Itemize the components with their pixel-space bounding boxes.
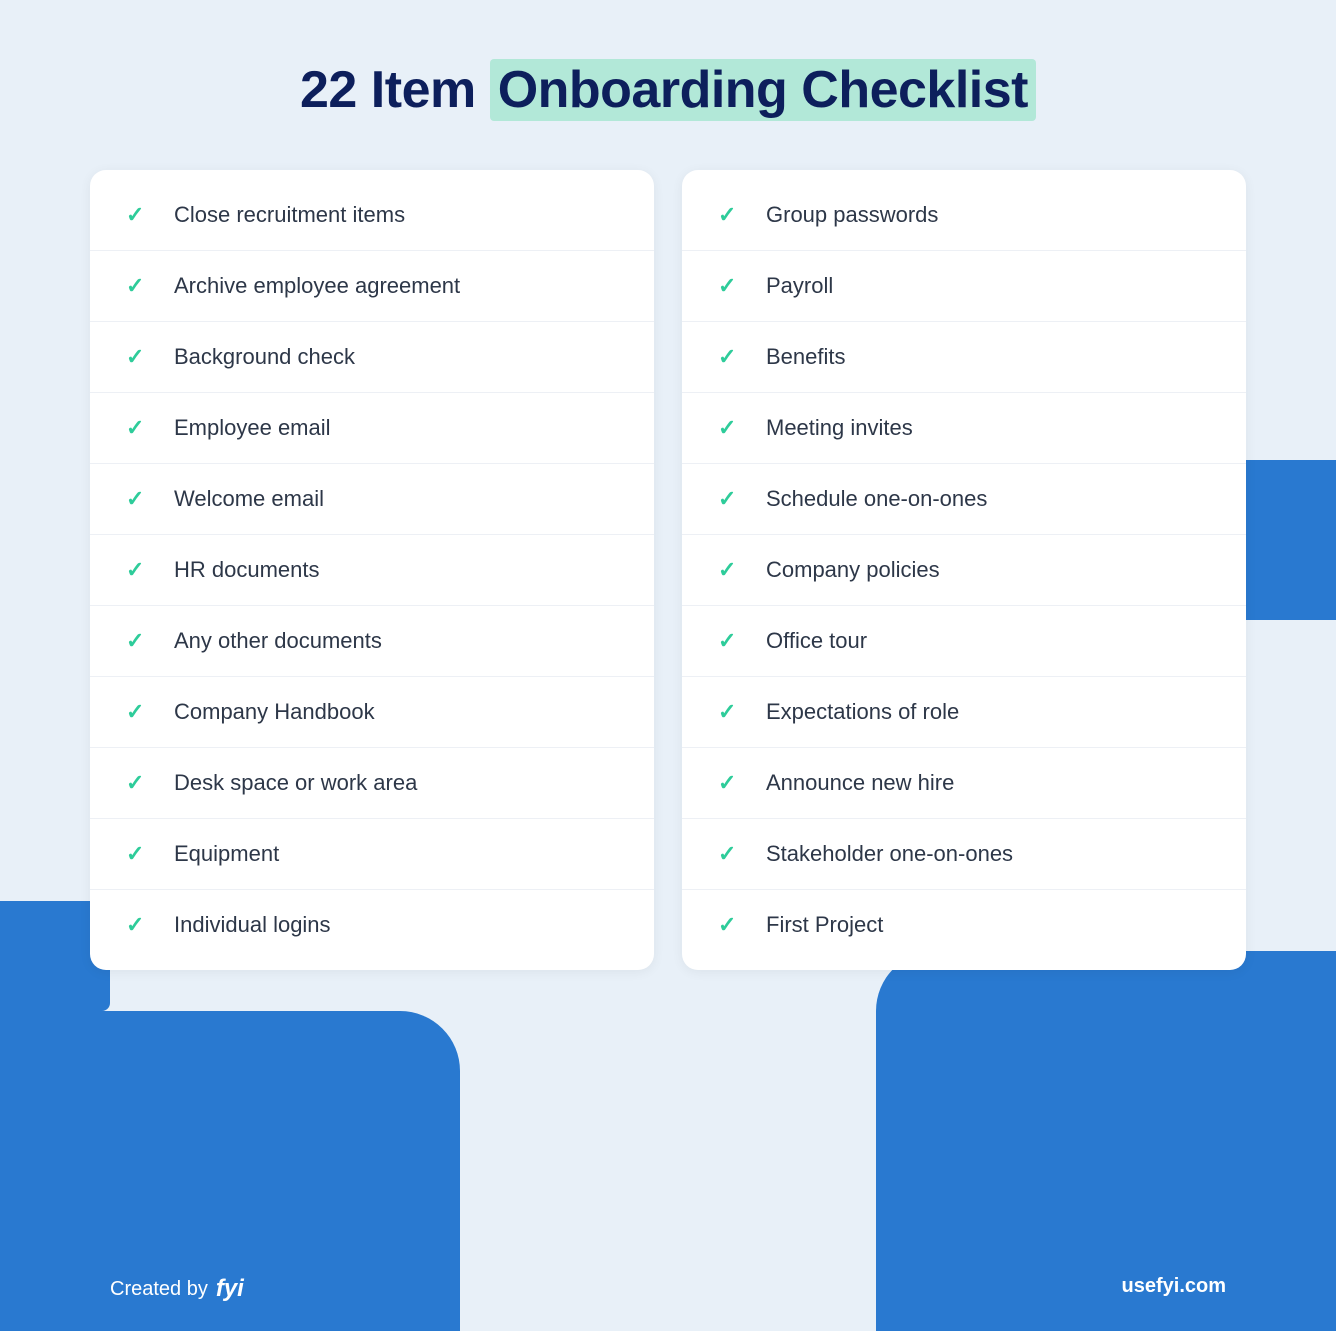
check-icon: ✓ <box>126 770 154 796</box>
check-icon: ✓ <box>718 770 746 796</box>
page-content: 22 Item Onboarding Checklist ✓ Close recr… <box>0 0 1336 970</box>
title-highlight: Onboarding Checklist <box>490 59 1036 121</box>
item-label: Desk space or work area <box>174 770 417 796</box>
item-label: Any other documents <box>174 628 382 654</box>
footer-created-label: Created by <box>110 1278 208 1301</box>
check-icon: ✓ <box>126 273 154 299</box>
list-item: ✓ HR documents <box>90 535 654 606</box>
footer-left: Created by fyi <box>110 1275 244 1303</box>
item-label: Expectations of role <box>766 699 959 725</box>
check-icon: ✓ <box>718 344 746 370</box>
list-item: ✓ Schedule one-on-ones <box>682 464 1246 535</box>
check-icon: ✓ <box>718 628 746 654</box>
list-item: ✓ Background check <box>90 322 654 393</box>
footer: Created by fyi usefyi.com <box>0 1275 1336 1303</box>
item-label: Welcome email <box>174 486 324 512</box>
item-label: Close recruitment items <box>174 202 405 228</box>
title-container: 22 Item Onboarding Checklist <box>300 60 1036 120</box>
check-icon: ✓ <box>126 344 154 370</box>
item-label: Office tour <box>766 628 867 654</box>
check-icon: ✓ <box>126 628 154 654</box>
item-label: Company policies <box>766 557 940 583</box>
right-card: ✓ Group passwords ✓ Payroll ✓ Benefits ✓ Meetin… <box>682 170 1246 970</box>
check-icon: ✓ <box>718 202 746 228</box>
check-icon: ✓ <box>718 486 746 512</box>
check-icon: ✓ <box>126 912 154 938</box>
page-title: 22 Item Onboarding Checklist <box>300 60 1036 120</box>
list-item: ✓ Welcome email <box>90 464 654 535</box>
list-item: ✓ Close recruitment items <box>90 180 654 251</box>
check-icon: ✓ <box>126 486 154 512</box>
check-icon: ✓ <box>126 202 154 228</box>
check-icon: ✓ <box>718 557 746 583</box>
item-label: Group passwords <box>766 202 938 228</box>
list-item: ✓ Announce new hire <box>682 748 1246 819</box>
item-label: First Project <box>766 912 883 938</box>
list-item: ✓ Employee email <box>90 393 654 464</box>
item-label: HR documents <box>174 557 320 583</box>
item-label: Equipment <box>174 841 279 867</box>
list-item: ✓ Company policies <box>682 535 1246 606</box>
check-icon: ✓ <box>718 912 746 938</box>
check-icon: ✓ <box>718 699 746 725</box>
list-item: ✓ Stakeholder one-on-ones <box>682 819 1246 890</box>
list-item: ✓ Expectations of role <box>682 677 1246 748</box>
list-item: ✓ Company Handbook <box>90 677 654 748</box>
list-item: ✓ Desk space or work area <box>90 748 654 819</box>
check-icon: ✓ <box>126 699 154 725</box>
item-label: Benefits <box>766 344 846 370</box>
item-label: Archive employee agreement <box>174 273 460 299</box>
item-label: Schedule one-on-ones <box>766 486 987 512</box>
footer-website: usefyi.com <box>1122 1275 1226 1303</box>
check-icon: ✓ <box>718 415 746 441</box>
item-label: Company Handbook <box>174 699 375 725</box>
item-label: Meeting invites <box>766 415 913 441</box>
item-label: Employee email <box>174 415 331 441</box>
check-icon: ✓ <box>126 415 154 441</box>
item-label: Background check <box>174 344 355 370</box>
check-icon: ✓ <box>718 273 746 299</box>
list-item: ✓ Meeting invites <box>682 393 1246 464</box>
left-card: ✓ Close recruitment items ✓ Archive employe… <box>90 170 654 970</box>
item-label: Announce new hire <box>766 770 954 796</box>
list-item: ✓ Equipment <box>90 819 654 890</box>
list-item: ✓ Office tour <box>682 606 1246 677</box>
item-label: Stakeholder one-on-ones <box>766 841 1013 867</box>
item-label: Payroll <box>766 273 833 299</box>
check-icon: ✓ <box>718 841 746 867</box>
item-label: Individual logins <box>174 912 331 938</box>
check-icon: ✓ <box>126 841 154 867</box>
bg-shape-bottom-right <box>876 951 1336 1331</box>
list-item: ✓ Benefits <box>682 322 1246 393</box>
cards-container: ✓ Close recruitment items ✓ Archive employe… <box>90 170 1246 970</box>
footer-brand: fyi <box>216 1275 244 1303</box>
list-item: ✓ Group passwords <box>682 180 1246 251</box>
list-item: ✓ Individual logins <box>90 890 654 960</box>
check-icon: ✓ <box>126 557 154 583</box>
list-item: ✓ Payroll <box>682 251 1246 322</box>
list-item: ✓ First Project <box>682 890 1246 960</box>
title-prefix: 22 Item <box>300 61 476 119</box>
list-item: ✓ Archive employee agreement <box>90 251 654 322</box>
list-item: ✓ Any other documents <box>90 606 654 677</box>
